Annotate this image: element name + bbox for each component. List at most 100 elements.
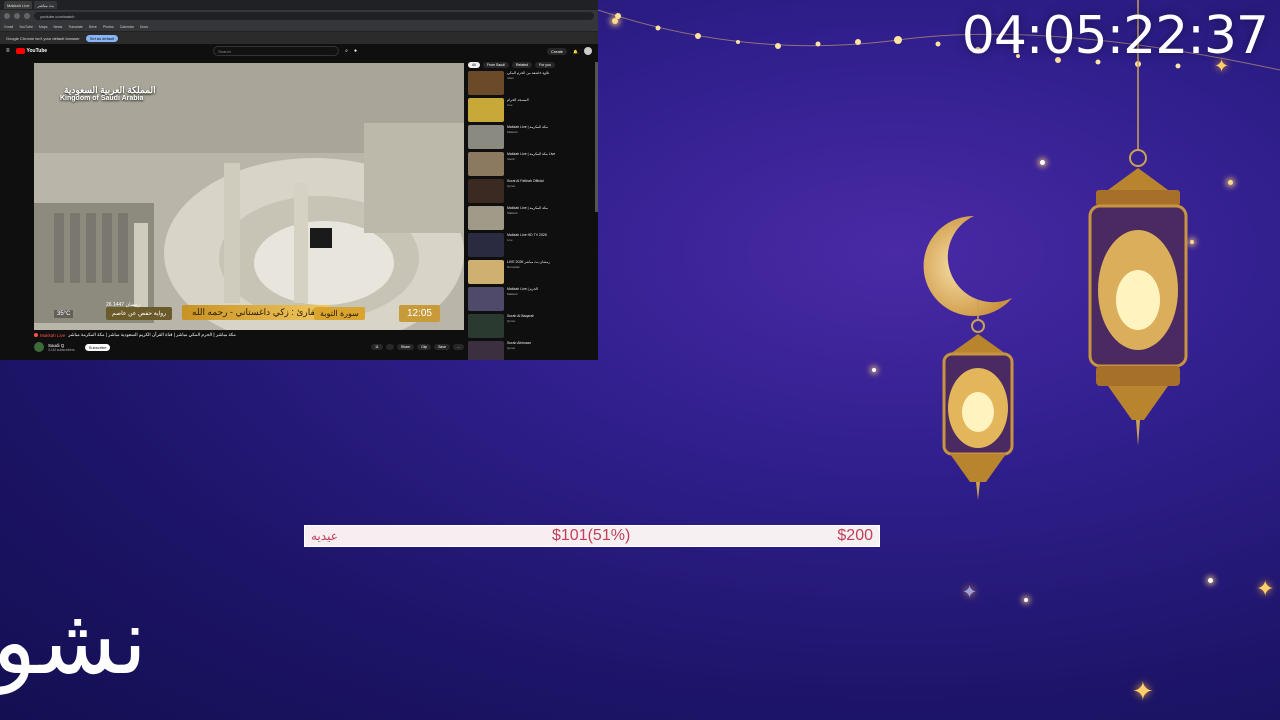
bookmark-item[interactable]: Docs xyxy=(140,25,148,29)
bookmark-item[interactable]: Photos xyxy=(103,25,114,29)
tab-live-stream[interactable]: بث مباشر xyxy=(34,1,57,9)
infobar-text: Google Chrome isn't your default browser xyxy=(6,35,80,41)
recommendation-title[interactable]: Surat Al Fatihah Official xyxy=(507,179,544,183)
kaaba-aerial-view xyxy=(34,63,464,330)
youtube-logo[interactable]: YouTube xyxy=(15,48,48,54)
recommendation-item[interactable]: المسجد الحرام Live xyxy=(468,98,594,125)
recommendation-item[interactable]: Surah Al Baqarah Quran xyxy=(468,314,594,341)
scrollbar[interactable] xyxy=(595,62,598,212)
recommendation-title[interactable]: LIVE 2026 رمضان بث مباشر xyxy=(507,260,550,264)
recommendation-thumbnail[interactable] xyxy=(468,233,504,257)
recommendation-thumbnail[interactable] xyxy=(468,71,504,95)
hijri-date: 26 رمضان 1447 xyxy=(106,302,141,308)
recommendation-thumbnail[interactable] xyxy=(468,287,504,311)
recommendation-title[interactable]: المسجد الحرام xyxy=(507,98,529,102)
notifications-icon[interactable]: 🔔 xyxy=(573,49,578,54)
recommendation-thumbnail[interactable] xyxy=(468,341,504,360)
recommendation-item[interactable]: Makkah Live | الحرم Makkah xyxy=(468,287,594,314)
recommendation-title[interactable]: Makkah Live HD TV 2026 xyxy=(507,233,547,237)
recommendation-item[interactable]: Surat Al Fatihah Official Quran xyxy=(468,179,594,206)
reload-icon[interactable] xyxy=(24,13,30,19)
bookmark-item[interactable]: News xyxy=(53,25,62,29)
chip-from-saudi[interactable]: From Saudi xyxy=(482,62,509,68)
recommendation-thumbnail[interactable] xyxy=(468,179,504,203)
tab-makkah-live[interactable]: Makkah Live xyxy=(4,1,33,9)
recommendation-thumbnail[interactable] xyxy=(468,152,504,176)
menu-icon[interactable]: ≡ xyxy=(6,48,10,54)
video-player[interactable]: المملكة العربية السعودية Kingdom of Saud… xyxy=(34,63,464,330)
search-input[interactable]: Search xyxy=(213,46,340,56)
recommendation-channel: Islam xyxy=(507,76,515,80)
bookmark-item[interactable]: Maps xyxy=(39,25,48,29)
recommendation-thumbnail[interactable] xyxy=(468,125,504,149)
recommendation-title[interactable]: تلاوة خاشعة من الحرم المكي xyxy=(507,71,549,75)
url-field[interactable]: youtube.com/watch xyxy=(34,12,594,20)
address-bar: youtube.com/watch xyxy=(0,10,598,22)
dislike-button[interactable] xyxy=(385,344,394,350)
recommendation-title[interactable]: Surah Al Baqarah xyxy=(507,314,534,318)
sparkle-decoration xyxy=(1024,598,1028,602)
header-actions: Create 🔔 xyxy=(547,47,592,55)
recommendation-channel: Quran xyxy=(507,319,516,323)
recommendation-list: تلاوة خاشعة من الحرم المكي Islam المسجد ال… xyxy=(468,71,594,360)
recommendation-item[interactable]: Makkah Live HD TV 2026 Live xyxy=(468,233,594,260)
chip-for-you[interactable]: For you xyxy=(535,62,555,68)
recommendation-item[interactable]: Surah Alimraan Quran xyxy=(468,341,594,360)
video-lower-third: 35°C رواية حفص عن عاصم القارئ : زكي داغس… xyxy=(34,300,464,330)
recommendation-channel: Saudi xyxy=(507,157,515,161)
recommendation-meta: تلاوة خاشعة من الحرم المكي Islam xyxy=(507,71,549,98)
recommendation-meta: Makkah Live | مكة المكرمة Makkah xyxy=(507,125,548,152)
set-default-button[interactable]: Set as default xyxy=(85,34,119,42)
recommendation-meta: Makkah Live | الحرم Makkah xyxy=(507,287,538,314)
bookmark-item[interactable]: Calendar xyxy=(120,25,134,29)
channel-avatar[interactable] xyxy=(34,342,44,352)
recommendation-thumbnail[interactable] xyxy=(468,314,504,338)
recommendation-title[interactable]: Makkah Live | مكة المكرمة xyxy=(507,125,548,129)
sparkle-decoration xyxy=(612,18,618,24)
live-badge[interactable]: Makkah Live xyxy=(34,333,65,338)
recommendation-channel: Live xyxy=(507,238,513,242)
recommendation-item[interactable]: LIVE 2026 رمضان بث مباشر Ramadan xyxy=(468,260,594,287)
like-button[interactable]: 11 xyxy=(371,344,383,350)
recommendation-title[interactable]: Makkah Live | الحرم xyxy=(507,287,538,291)
recommendation-item[interactable]: Makkah Live | مكة المكرمة Makkah xyxy=(468,125,594,152)
bookmark-item[interactable]: Drive xyxy=(89,25,97,29)
save-button[interactable]: Save xyxy=(434,344,451,350)
chip-related[interactable]: Related xyxy=(511,62,533,68)
forward-icon[interactable] xyxy=(14,13,20,19)
share-button[interactable]: Share xyxy=(396,344,415,350)
bookmark-item[interactable]: Gmail xyxy=(4,25,13,29)
search-icon[interactable]: ⌕ xyxy=(345,48,348,54)
recommendation-meta: LIVE 2026 رمضان بث مباشر Ramadan xyxy=(507,260,550,287)
create-button[interactable]: Create xyxy=(547,47,568,55)
microphone-icon[interactable]: ● xyxy=(354,48,357,54)
filter-chips: All From Saudi Related For you xyxy=(468,62,594,68)
recommendation-thumbnail[interactable] xyxy=(468,98,504,122)
chip-all[interactable]: All xyxy=(468,62,480,68)
youtube-header: ≡ YouTube Search ⌕ ● Create 🔔 xyxy=(0,44,598,58)
recommendation-title[interactable]: Makkah Live | مكة المكرمة xyxy=(507,206,548,210)
recommendation-meta: Makkah Live HD TV 2026 Live xyxy=(507,233,547,260)
avatar[interactable] xyxy=(584,47,592,55)
recommendation-channel: Quran xyxy=(507,184,516,188)
recommendation-item[interactable]: Makkah Live | مكة المكرمة Live Saudi xyxy=(468,152,594,179)
youtube-logo-text: YouTube xyxy=(26,48,48,54)
recommendation-title[interactable]: Makkah Live | مكة المكرمة Live xyxy=(507,152,555,156)
video-title-row: Makkah Live مكة مباشر | الحرم المكي مباش… xyxy=(34,332,464,338)
temperature-label: 35°C xyxy=(54,310,74,318)
video-clock: 12:05 xyxy=(398,305,440,322)
recommendation-thumbnail[interactable] xyxy=(468,260,504,284)
live-dot-icon xyxy=(34,333,38,337)
clip-button[interactable]: Clip xyxy=(417,344,432,350)
recommendation-item[interactable]: تلاوة خاشعة من الحرم المكي Islam xyxy=(468,71,594,98)
bookmark-item[interactable]: YouTube xyxy=(19,25,33,29)
more-button[interactable]: ... xyxy=(453,344,464,350)
recommendation-title[interactable]: Surah Alimraan xyxy=(507,341,531,345)
recommendation-item[interactable]: Makkah Live | مكة المكرمة Makkah xyxy=(468,206,594,233)
recommendation-thumbnail[interactable] xyxy=(468,206,504,230)
default-browser-infobar: Google Chrome isn't your default browser… xyxy=(0,32,598,44)
recommendation-meta: المسجد الحرام Live xyxy=(507,98,529,125)
bookmark-item[interactable]: Translate xyxy=(68,25,82,29)
back-icon[interactable] xyxy=(4,13,10,19)
subscribe-button[interactable]: Subscribe xyxy=(84,343,111,351)
